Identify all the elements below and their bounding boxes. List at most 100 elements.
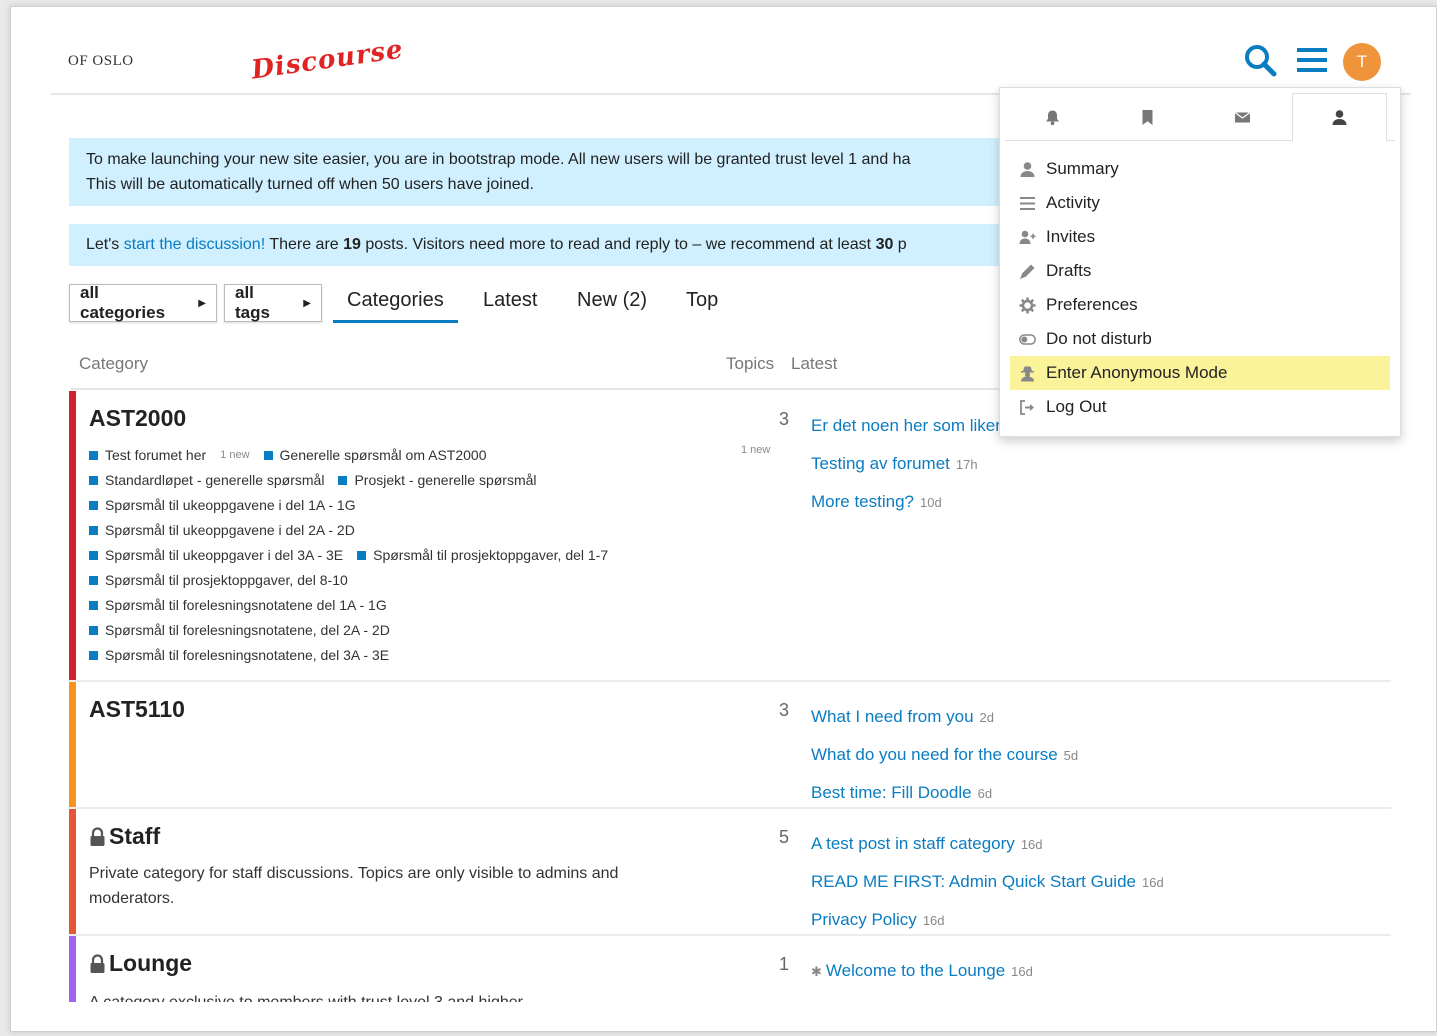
latest-topic-item: READ ME FIRST: Admin Quick Start Guide 16… <box>811 863 1164 901</box>
latest-topic-item: What I need from you 2d <box>811 698 1078 736</box>
tab-top[interactable]: Top <box>686 289 718 320</box>
menu-item-preferences[interactable]: Preferences <box>1010 288 1390 322</box>
category-row-lounge: Lounge A category exclusive to members w… <box>69 936 1391 1002</box>
category-row-ast5110: AST5110 3 What I need from you 2d What do… <box>69 682 1391 809</box>
subcategory-link[interactable]: Spørsmål til forelesningsnotatene, del 3… <box>89 643 389 668</box>
bookmarks-tab[interactable] <box>1100 93 1195 141</box>
subcategory-color-square <box>89 501 98 510</box>
subcategory-name: Spørsmål til ukeoppgavene i del 2A - 2D <box>105 522 355 538</box>
latest-topic-item: ✱ Welcome to the Lounge 16d <box>811 952 1033 990</box>
column-header-latest: Latest <box>791 354 838 373</box>
subcategory-link[interactable]: Test forumet her 1 new <box>89 443 250 468</box>
lock-icon <box>90 826 105 846</box>
latest-topic-link[interactable]: Testing av forumet <box>811 454 950 473</box>
category-name[interactable]: Staff <box>89 823 160 850</box>
notice-text: Let's <box>86 236 124 253</box>
tab-new[interactable]: New (2) <box>577 289 647 320</box>
lock-icon <box>90 953 105 973</box>
category-name[interactable]: AST5110 <box>89 696 185 723</box>
subcategory-link[interactable]: Spørsmål til ukeoppgavene i del 2A - 2D <box>89 518 355 543</box>
column-header-topics: Topics <box>726 354 775 373</box>
menu-item-log-out[interactable]: Log Out <box>1010 390 1390 424</box>
menu-item-label: Summary <box>1046 159 1119 178</box>
subcategory-link[interactable]: Standardløpet - generelle spørsmål <box>89 468 324 493</box>
topic-age: 16d <box>922 913 945 928</box>
latest-topic-item: A test post in staff category 16d <box>811 825 1164 863</box>
category-name[interactable]: Lounge <box>89 950 192 977</box>
latest-topic-link[interactable]: A test post in staff category <box>811 834 1015 853</box>
bell-icon <box>1046 110 1059 125</box>
subcategory-new-count[interactable]: 1 new <box>220 443 249 468</box>
category-title[interactable]: Staff <box>109 823 160 850</box>
category-dropdown[interactable]: all categories ▶ <box>69 283 217 322</box>
subcategory-link[interactable]: Spørsmål til prosjektoppgaver, del 1-7 <box>357 543 608 568</box>
menu-item-summary[interactable]: Summary <box>1010 152 1390 186</box>
latest-topic-link[interactable]: More testing? <box>811 492 914 511</box>
subcategory-name: Spørsmål til ukeoppgaver i del 3A - 3E <box>105 547 344 563</box>
latest-topics-list: ✱ Welcome to the Lounge 16d <box>811 952 1033 990</box>
menu-item-activity[interactable]: Activity <box>1010 186 1390 220</box>
subcategory-list: Test forumet her 1 new Generelle spørsmål … <box>89 443 729 668</box>
topics-count: 5 <box>778 827 789 847</box>
subcategory-link[interactable]: Spørsmål til ukeoppgavene i del 1A - 1G <box>89 493 356 518</box>
bookmark-icon <box>1142 109 1153 125</box>
subcategory-name: Prosjekt - generelle spørsmål <box>354 472 537 488</box>
latest-topic-link[interactable]: What I need from you <box>811 707 974 726</box>
subcategory-link[interactable]: Spørsmål til forelesningsnotatene, del 2… <box>89 618 390 643</box>
subcategory-name: Spørsmål til ukeoppgavene i del 1A - 1G <box>105 497 356 513</box>
subcategory-link[interactable]: Spørsmål til ukeoppgaver i del 3A - 3E <box>89 543 343 568</box>
category-color-bar <box>69 936 76 1002</box>
latest-topic-link[interactable]: Welcome to the Lounge <box>826 961 1005 980</box>
menu-item-label: Do not disturb <box>1046 329 1152 348</box>
tab-latest[interactable]: Latest <box>483 289 537 320</box>
browser-frame: OF OSLO Discourse T To make launching yo… <box>10 6 1437 1032</box>
category-color-bar <box>69 809 76 934</box>
user-secret-icon <box>1021 366 1034 381</box>
caret-right-icon: ▶ <box>198 297 206 309</box>
notifications-tab[interactable] <box>1005 93 1100 141</box>
subcategory-line: Spørsmål til ukeoppgaver i del 3A - 3E Sp… <box>89 543 729 568</box>
subcategory-link[interactable]: Prosjekt - generelle spørsmål <box>338 468 537 493</box>
user-menu-panel: Summary Activity Invites Drafts Preferen… <box>999 87 1401 437</box>
category-name[interactable]: AST2000 <box>89 405 186 432</box>
user-avatar[interactable]: T <box>1343 43 1381 81</box>
subcategory-color-square <box>89 451 98 460</box>
latest-topic-item: What do you need for the course 5d <box>811 736 1078 774</box>
site-name[interactable]: OF OSLO <box>68 53 134 70</box>
subcategory-link[interactable]: Spørsmål til prosjektoppgaver, del 8-10 <box>89 568 348 593</box>
subcategory-color-square <box>89 601 98 610</box>
latest-topic-link[interactable]: Best time: Fill Doodle <box>811 783 972 802</box>
latest-topic-link[interactable]: Privacy Policy <box>811 910 917 929</box>
subcategory-color-square <box>89 526 98 535</box>
menu-item-anonymous-mode[interactable]: Enter Anonymous Mode <box>1010 356 1390 390</box>
subcategory-link[interactable]: Generelle spørsmål om AST2000 <box>263 443 487 468</box>
tag-dropdown[interactable]: all tags ▶ <box>224 283 322 322</box>
hamburger-menu-icon[interactable] <box>1295 43 1329 77</box>
menu-item-drafts[interactable]: Drafts <box>1010 254 1390 288</box>
latest-topic-link[interactable]: Er det noen her som liker <box>811 416 1001 435</box>
subcategory-color-square <box>89 576 98 585</box>
messages-tab[interactable] <box>1195 93 1290 141</box>
menu-item-label: Drafts <box>1046 261 1092 280</box>
category-title[interactable]: AST5110 <box>89 696 185 723</box>
subcategory-link[interactable]: Spørsmål til forelesningsnotatene del 1A… <box>89 593 387 618</box>
category-title[interactable]: AST2000 <box>89 405 186 432</box>
latest-topic-link[interactable]: What do you need for the course <box>811 745 1058 764</box>
notice-text: posts. Visitors need more to read and re… <box>360 236 876 253</box>
menu-item-label: Invites <box>1046 227 1096 246</box>
topics-new-count[interactable]: 1 new <box>741 444 770 456</box>
latest-topic-link[interactable]: READ ME FIRST: Admin Quick Start Guide <box>811 872 1136 891</box>
profile-tab[interactable] <box>1292 93 1387 142</box>
topic-age: 2d <box>979 710 994 725</box>
discourse-logo[interactable]: Discourse <box>250 34 406 85</box>
category-title[interactable]: Lounge <box>109 950 192 977</box>
start-discussion-link[interactable]: start the discussion! <box>124 236 265 253</box>
topic-age: 16d <box>1020 837 1043 852</box>
recommended-count: 30 <box>875 236 894 253</box>
menu-item-invites[interactable]: Invites <box>1010 220 1390 254</box>
search-icon[interactable] <box>1243 43 1277 77</box>
pencil-icon <box>1020 264 1035 279</box>
toggle-off-icon <box>1019 333 1036 345</box>
tab-categories[interactable]: Categories <box>333 289 458 323</box>
menu-item-do-not-disturb[interactable]: Do not disturb <box>1010 322 1390 356</box>
